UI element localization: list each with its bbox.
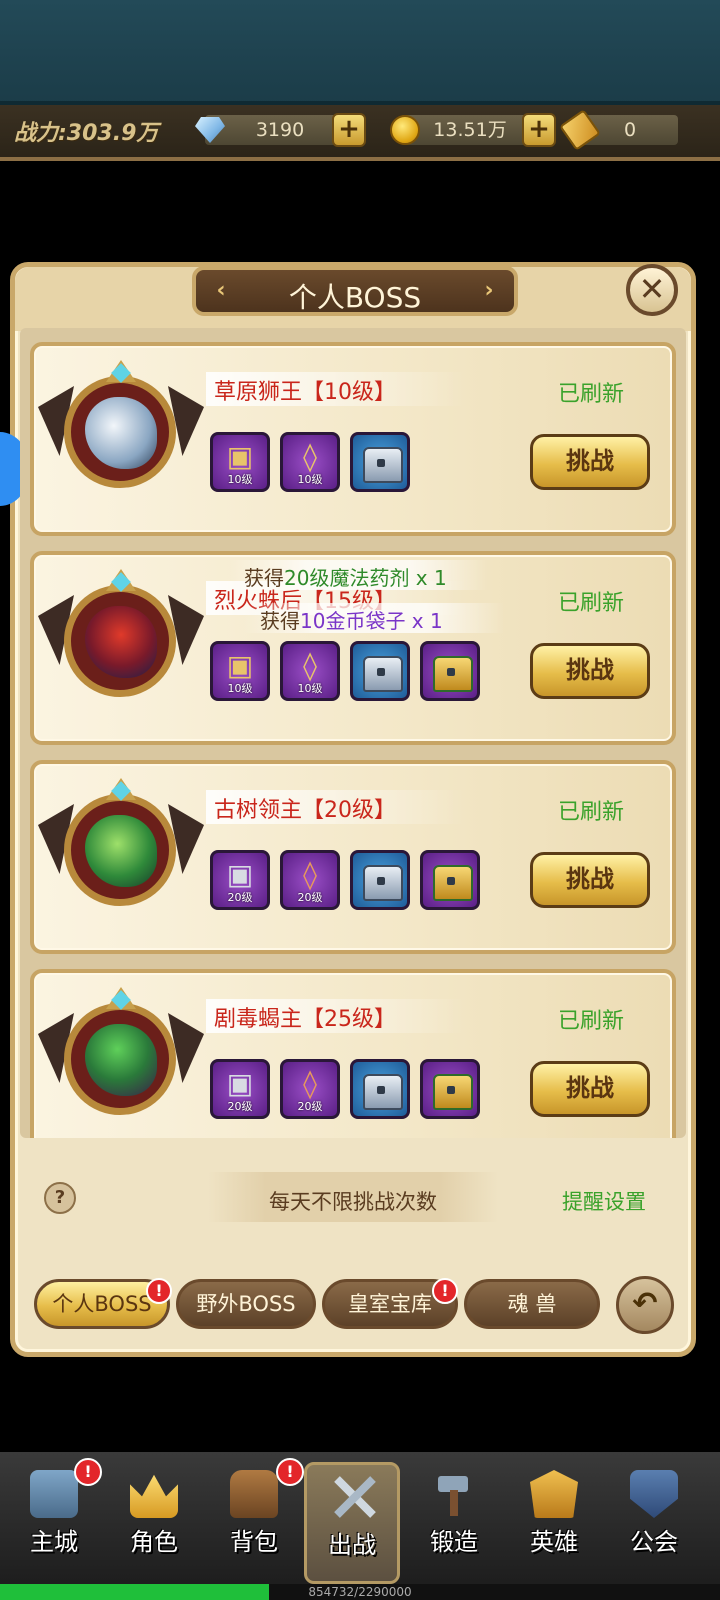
nav-forge[interactable]: 锻造 [406, 1462, 502, 1584]
gold-coin-icon [390, 115, 420, 145]
boss-card: 剧毒蝎主【25级】 已刷新 ▣ 20级 ◊ 20级 挑战 [30, 969, 676, 1138]
crown-icon [130, 1474, 178, 1518]
nav-heroes[interactable]: 英雄 [506, 1462, 602, 1584]
daily-limit-text: 每天不限挑战次数 [269, 1190, 437, 1214]
refresh-status: 已刷新 [558, 591, 625, 616]
boss-name: 古树领主【20级】 [214, 798, 396, 823]
close-button[interactable]: ✕ [626, 264, 678, 316]
challenge-button[interactable]: 挑战 [530, 1061, 650, 1117]
diamond-count: 3190 [255, 119, 305, 141]
experience-text: 854732/2290000 [308, 1585, 412, 1599]
guild-shield-icon [630, 1470, 678, 1518]
gold-count: 13.51万 [433, 119, 507, 141]
gold-chest-reward-icon[interactable] [420, 1059, 480, 1119]
boss-list[interactable]: 草原狮王【10级】 已刷新 ▣ 10级 ◊ 10级 挑战 烈火蛛后【15级】 已刷新… [20, 328, 686, 1138]
spider-queen-icon [85, 606, 157, 678]
boss-portrait [64, 376, 176, 488]
challenge-button[interactable]: 挑战 [530, 643, 650, 699]
title-right-ornament-icon: › [484, 278, 494, 303]
silver-chest-reward-icon[interactable] [350, 641, 410, 701]
gold-chest-reward-icon[interactable] [420, 850, 480, 910]
armor-reward-icon[interactable]: ▣ 20级 [210, 850, 270, 910]
silver-chest-reward-icon[interactable] [350, 850, 410, 910]
armor-reward-icon[interactable]: ▣ 10级 [210, 641, 270, 701]
combat-power: 战力:303.9万 [14, 121, 159, 146]
reminder-settings-link[interactable]: 提醒设置 [562, 1186, 646, 1216]
resource-bar: 战力:303.9万 3190 + 13.51万 + 0 [0, 105, 720, 161]
crossed-swords-icon [331, 1473, 379, 1521]
help-button[interactable]: ? [44, 1182, 76, 1214]
backpack-icon [230, 1470, 278, 1518]
refresh-status: 已刷新 [558, 800, 625, 825]
panel-title-plate: ‹ 个人BOSS › [192, 266, 518, 316]
silver-chest-reward-icon[interactable] [350, 432, 410, 492]
boss-portrait [64, 1003, 176, 1115]
nav-guild[interactable]: 公会 [606, 1462, 702, 1584]
boss-card: 古树领主【20级】 已刷新 ▣ 20级 ◊ 20级 挑战 [30, 760, 676, 954]
panel-title: 个人BOSS [288, 281, 422, 314]
challenge-button[interactable]: 挑战 [530, 852, 650, 908]
amulet-reward-icon[interactable]: ◊ 10级 [280, 641, 340, 701]
ticket-count: 0 [623, 119, 637, 141]
boss-card: 草原狮王【10级】 已刷新 ▣ 10级 ◊ 10级 挑战 [30, 342, 676, 536]
add-diamond-button[interactable]: + [332, 113, 366, 147]
boss-name: 剧毒蝎主【25级】 [214, 1007, 396, 1032]
alert-badge-icon: ! [276, 1458, 304, 1486]
challenge-button[interactable]: 挑战 [530, 434, 650, 490]
white-tiger-icon [85, 397, 157, 469]
experience-bar: 854732/2290000 [0, 1584, 720, 1600]
boss-name: 草原狮王【10级】 [214, 380, 396, 405]
silver-chest-reward-icon[interactable] [350, 1059, 410, 1119]
armor-reward-icon[interactable]: ▣ 10级 [210, 432, 270, 492]
nav-character[interactable]: 角色 [106, 1462, 202, 1584]
alert-badge-icon: ! [432, 1278, 458, 1304]
back-arrow-icon[interactable]: ↶ [616, 1276, 674, 1334]
alert-badge-icon: ! [146, 1278, 172, 1304]
top-banner [0, 0, 720, 105]
gold-chest-reward-icon[interactable] [420, 641, 480, 701]
nav-battle[interactable]: 出战 [304, 1462, 400, 1584]
refresh-status: 已刷新 [558, 1009, 625, 1034]
add-gold-button[interactable]: + [522, 113, 556, 147]
boss-portrait [64, 585, 176, 697]
hero-emblem-icon [530, 1470, 578, 1518]
reward-toast: 获得20级魔法药剂 x 1 [244, 566, 447, 590]
tab-field-boss[interactable]: 野外BOSS [176, 1279, 316, 1329]
tab-soul-beast[interactable]: 魂 兽 [464, 1279, 600, 1329]
refresh-status: 已刷新 [558, 382, 625, 407]
boss-portrait [64, 794, 176, 906]
castle-icon [30, 1470, 78, 1518]
hammer-icon [430, 1470, 478, 1518]
armor-reward-icon[interactable]: ▣ 20级 [210, 1059, 270, 1119]
reward-toast: 获得10金币袋子 x 1 [260, 609, 443, 633]
amulet-reward-icon[interactable]: ◊ 20级 [280, 1059, 340, 1119]
tree-lord-icon [85, 815, 157, 887]
amulet-reward-icon[interactable]: ◊ 20级 [280, 850, 340, 910]
scorpion-lord-icon [85, 1024, 157, 1096]
amulet-reward-icon[interactable]: ◊ 10级 [280, 432, 340, 492]
alert-badge-icon: ! [74, 1458, 102, 1486]
